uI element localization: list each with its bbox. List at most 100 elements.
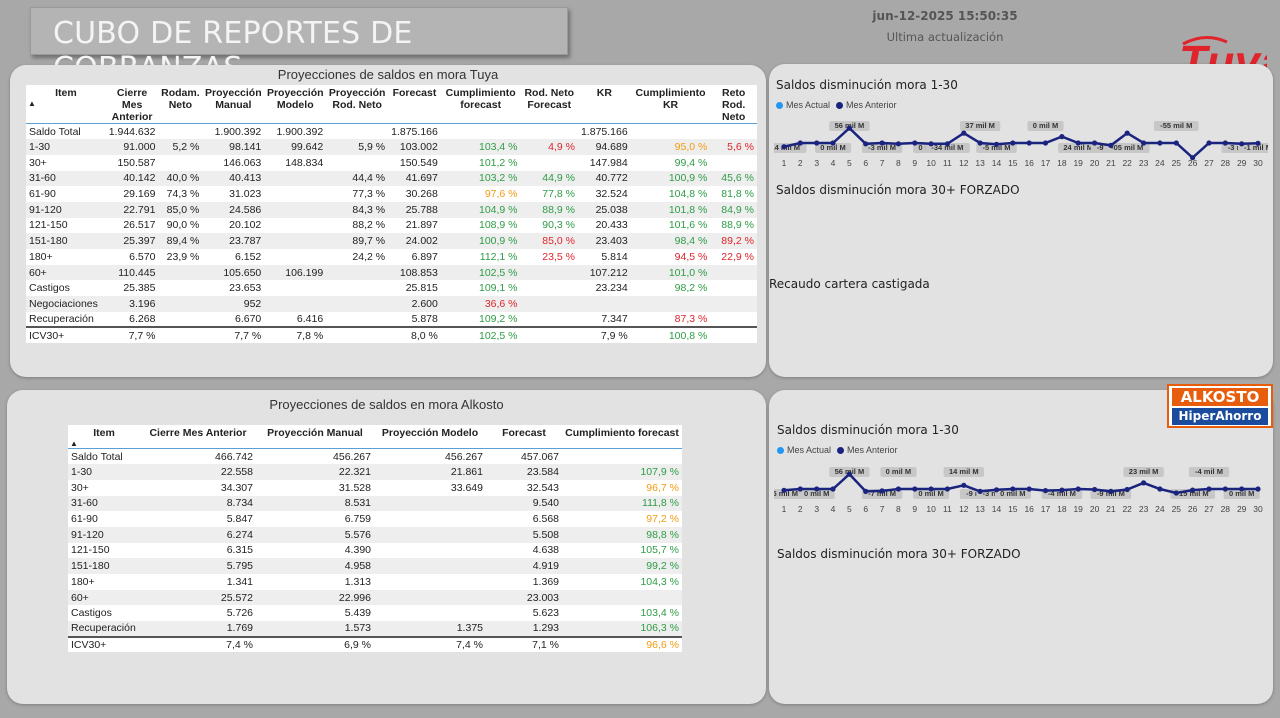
data-point[interactable] [1190, 487, 1196, 493]
data-point[interactable] [1092, 140, 1098, 146]
tuya-table-row[interactable]: Saldo Total 1.944.632 1.900.392 1.900.392 1.… [26, 124, 757, 140]
data-point[interactable] [1222, 486, 1228, 492]
data-point[interactable] [961, 130, 967, 136]
alk-table-row[interactable]: Recuperación 1.769 1.573 1.375 1.293 106,3 % [68, 621, 682, 637]
data-point[interactable] [1026, 486, 1032, 492]
tuya-header-cell[interactable]: Rod. Neto Forecast [520, 85, 578, 124]
tuya-header-cell[interactable]: Reto Rod. Neto [710, 85, 757, 124]
data-point[interactable] [1075, 486, 1081, 492]
sort-ascending-icon[interactable]: ▲ [70, 439, 138, 448]
alk-table-row[interactable]: 1-30 22.558 22.321 21.861 23.584 107,9 % [68, 464, 682, 480]
tuya-table-row[interactable]: 1-30 91.000 5,2 % 98.141 99.642 5,9 % 103.002 1… [26, 139, 757, 155]
tuya-header-cell[interactable]: Proyección Rod. Neto [326, 85, 389, 124]
legend-item-actual[interactable]: Mes Actual [777, 445, 831, 455]
data-point[interactable] [895, 141, 901, 147]
alk-header-cell[interactable]: Cierre Mes Anterior [140, 425, 256, 449]
data-point[interactable] [1010, 140, 1016, 146]
data-point[interactable] [830, 140, 836, 146]
data-point[interactable] [1206, 486, 1212, 492]
tuya-table-row[interactable]: 30+ 150.587 146.063 148.834 150.549 101,2 % 14… [26, 155, 757, 171]
data-point[interactable] [814, 486, 820, 492]
alkosto-line-chart[interactable]: -5 mil M0 mil M56 mil M-7 mil M0 mil M0 … [774, 460, 1268, 516]
alk-header-cell[interactable]: Cumplimiento forecast [562, 425, 682, 449]
alk-table-row[interactable]: 121-150 6.315 4.390 4.638 105,7 % [68, 543, 682, 559]
data-point[interactable] [1059, 487, 1065, 493]
tuya-header-cell[interactable]: Proyección Manual [202, 85, 265, 124]
data-point[interactable] [1157, 140, 1163, 146]
tuya-table-row[interactable]: 121-150 26.517 90,0 % 20.102 88,2 % 21.897 108… [26, 218, 757, 234]
data-point[interactable] [814, 140, 820, 146]
data-point[interactable] [961, 482, 967, 488]
data-point[interactable] [1173, 490, 1179, 496]
alk-table-row[interactable]: 91-120 6.274 5.576 5.508 98,8 % [68, 526, 682, 543]
data-point[interactable] [1075, 140, 1081, 146]
tuya-header-cell[interactable]: Proyección Modelo [264, 85, 327, 124]
tuya-table-row[interactable]: Recuperación 6.268 6.670 6.416 5.878 109,2 % 7… [26, 312, 757, 328]
tuya-header-cell[interactable]: Cumplimiento KR [630, 85, 711, 124]
tuya-table-row[interactable]: 61-90 29.169 74,3 % 31.023 77,3 % 30.268 97,6 … [26, 186, 757, 202]
data-point[interactable] [1124, 486, 1130, 493]
tuya-header-cell[interactable]: Item ▲ [26, 85, 106, 124]
tuya-table-row[interactable]: ICV30+ 7,7 % 7,7 % 7,8 % 8,0 % 102,5 % 7,9 % 10… [26, 326, 757, 344]
data-point[interactable] [1239, 486, 1245, 492]
alk-table-row[interactable]: 60+ 25.572 22.996 23.003 [68, 589, 682, 606]
tuya-line-chart[interactable]: -14 mil M0 mil M56 mil M-3 mil M0 mil M-… [774, 114, 1268, 172]
legend-item-anterior[interactable]: Mes Anterior [837, 445, 898, 455]
data-point[interactable] [879, 140, 885, 146]
data-point[interactable] [928, 141, 934, 147]
alk-header-cell[interactable]: Forecast [486, 425, 562, 449]
data-point[interactable] [1010, 486, 1016, 492]
data-point[interactable] [830, 486, 836, 492]
data-point[interactable] [912, 486, 918, 492]
alk-table-row[interactable]: Saldo Total 466.742 456.267 456.267 457.067 [68, 449, 682, 465]
tuya-table-row[interactable]: 91-120 22.791 85,0 % 24.586 84,3 % 25.788 104,… [26, 201, 757, 218]
data-point[interactable] [977, 140, 983, 146]
data-point[interactable] [863, 488, 869, 494]
data-point[interactable] [1255, 486, 1261, 492]
data-point[interactable] [1141, 480, 1147, 486]
tuya-table-row[interactable]: 180+ 6.570 23,9 % 6.152 24,2 % 6.897 112,1 % 23… [26, 249, 757, 265]
data-point[interactable] [1222, 140, 1228, 146]
data-point[interactable] [993, 141, 1000, 147]
data-point[interactable] [1124, 130, 1130, 136]
data-point[interactable] [797, 486, 803, 492]
data-point[interactable] [895, 486, 901, 492]
data-point[interactable] [1173, 140, 1179, 146]
data-point[interactable] [781, 487, 787, 493]
tuya-table-row[interactable]: 60+ 110.445 105.650 106.199 108.853 102,5 % 10… [26, 264, 757, 281]
data-point[interactable] [846, 125, 852, 131]
tuya-table-row[interactable]: 31-60 40.142 40,0 % 40.413 44,4 % 41.697 103,2… [26, 170, 757, 187]
data-point[interactable] [928, 486, 934, 492]
alk-table-row[interactable]: 30+ 34.307 31.528 33.649 32.543 96,7 % [68, 480, 682, 496]
data-point[interactable] [1108, 142, 1114, 148]
data-point[interactable] [1026, 140, 1032, 146]
data-point[interactable] [1059, 134, 1065, 140]
alk-header-cell[interactable]: Item ▲ [68, 425, 140, 449]
data-point[interactable] [1141, 140, 1147, 146]
data-point[interactable] [1239, 141, 1245, 147]
legend-item-actual[interactable]: Mes Actual [776, 100, 830, 110]
legend-item-anterior[interactable]: Mes Anterior [836, 100, 897, 110]
tuya-header-cell[interactable]: Cierre Mes Anterior [105, 85, 159, 124]
data-point[interactable] [863, 141, 869, 147]
tuya-table-row[interactable]: Castigos 25.385 23.653 25.815 109,1 % 23.234 9… [26, 280, 757, 296]
alk-table-row[interactable]: ICV30+ 7,4 % 6,9 % 7,4 % 7,1 % 96,6 % [68, 635, 682, 653]
data-point[interactable] [912, 140, 918, 146]
data-point[interactable] [1092, 486, 1098, 493]
tuya-header-cell[interactable]: Forecast [388, 85, 441, 124]
data-point[interactable] [781, 144, 787, 150]
data-point[interactable] [1206, 140, 1212, 146]
data-point[interactable] [846, 471, 852, 477]
data-point[interactable] [944, 141, 950, 147]
data-point[interactable] [944, 486, 950, 492]
alk-table-row[interactable]: Castigos 5.726 5.439 5.623 103,4 % [68, 605, 682, 621]
alk-table-row[interactable]: 151-180 5.795 4.958 4.919 99,2 % [68, 558, 682, 574]
data-point[interactable] [1157, 486, 1163, 492]
tuya-header-cell[interactable]: KR [577, 85, 631, 124]
data-point[interactable] [1108, 488, 1114, 494]
alk-table-row[interactable]: 180+ 1.341 1.313 1.369 104,3 % [68, 574, 682, 590]
data-point[interactable] [1042, 140, 1049, 146]
sort-ascending-icon[interactable]: ▲ [28, 99, 104, 108]
tuya-header-cell[interactable]: Cumplimiento forecast [440, 85, 521, 124]
alk-table-row[interactable]: 61-90 5.847 6.759 6.568 97,2 % [68, 511, 682, 527]
